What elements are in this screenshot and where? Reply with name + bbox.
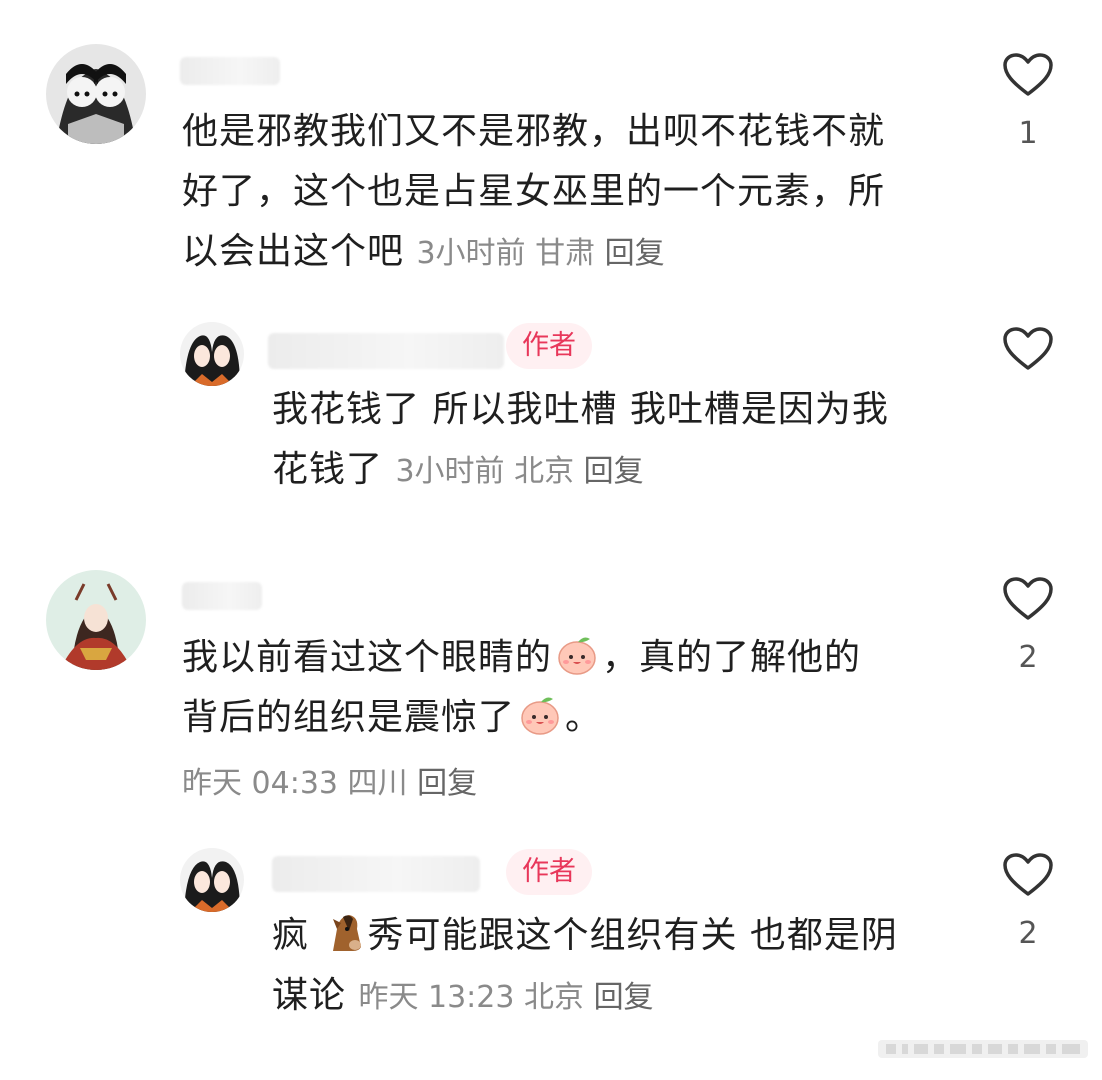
reply-button[interactable]: 回复 [594, 980, 654, 1015]
username-blurred[interactable] [272, 856, 480, 892]
reply-button[interactable]: 回复 [605, 236, 665, 271]
heart-outline-icon [1003, 577, 1053, 620]
like-count: 2 [1018, 640, 1038, 675]
like-button[interactable] [998, 326, 1058, 372]
comment-location: 四川 [347, 766, 408, 801]
like-button[interactable]: 2 [998, 576, 1058, 675]
username-blurred[interactable] [182, 582, 262, 610]
comment-time: 3小时前 [416, 236, 526, 271]
reply-button[interactable]: 回复 [417, 766, 477, 801]
watermark [878, 1036, 1088, 1062]
username-blurred[interactable] [180, 57, 280, 85]
like-button[interactable]: 2 [998, 852, 1058, 951]
heart-outline-icon [1003, 327, 1053, 370]
comment-time: 3小时前 [395, 454, 505, 489]
comment-time: 昨天 04:33 [182, 766, 338, 801]
comment-text: 疯 秀可能跟这个组织有关 也都是阴 谋论 昨天 13:23 北京 回复 [272, 906, 898, 1028]
avatar[interactable] [180, 848, 244, 912]
peach-face-emoji [554, 631, 600, 677]
author-badge: 作者 [506, 849, 592, 895]
like-count: 1 [1018, 116, 1038, 151]
comment-text: 我花钱了 所以我吐槽 我吐槽是因为我 花钱了 3小时前 北京 回复 [272, 389, 889, 490]
like-button[interactable]: 1 [998, 52, 1058, 151]
comment-text: 他是邪教我们又不是邪教，出呗不花钱不就 好了，这个也是占星女巫里的一个元素，所 … [182, 111, 886, 272]
avatar[interactable] [180, 322, 244, 386]
avatar[interactable] [46, 570, 146, 670]
comment-location: 北京 [514, 454, 575, 489]
reply-button[interactable]: 回复 [584, 454, 644, 489]
horse-face-emoji [323, 911, 365, 953]
comment-meta: 昨天 04:33 四川 回复 [182, 764, 477, 804]
comment-location: 甘肃 [535, 236, 596, 271]
heart-outline-icon [1003, 853, 1053, 896]
comment-time: 昨天 13:23 [358, 980, 515, 1015]
author-badge: 作者 [506, 323, 592, 369]
peach-face-emoji [517, 691, 563, 737]
comment-meta: 3小时前 北京 回复 [395, 454, 643, 489]
heart-outline-icon [1003, 53, 1053, 96]
username-blurred[interactable] [268, 333, 504, 369]
comment-meta: 3小时前 甘肃 回复 [416, 236, 664, 271]
comment-location: 北京 [524, 980, 585, 1015]
avatar[interactable] [46, 44, 146, 144]
like-count: 2 [1018, 916, 1038, 951]
comment-meta: 昨天 13:23 北京 回复 [358, 980, 653, 1015]
comment-text: 我以前看过这个眼睛的 ，真的了解他的 背后的组织是震惊了 。 [182, 628, 861, 748]
